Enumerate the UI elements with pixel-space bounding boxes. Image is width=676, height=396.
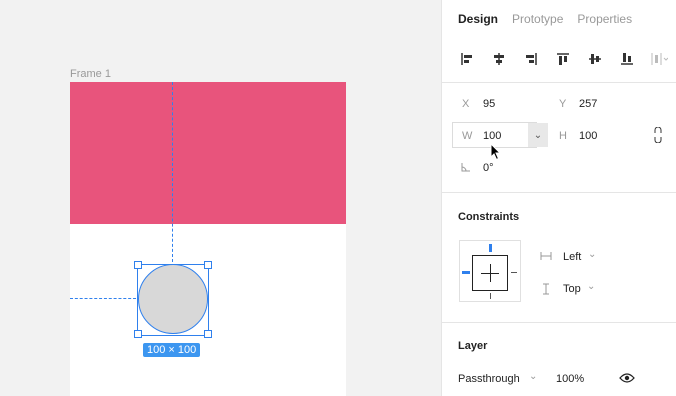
chevron-down-icon: ⌄ — [588, 249, 597, 260]
vertical-constraint-select[interactable]: Top — [563, 283, 581, 295]
mouse-cursor-icon — [490, 142, 502, 164]
properties-panel: Design Prototype Properties X 95 Y 257 ⌄… — [441, 0, 676, 396]
constraints-title: Constraints — [458, 211, 520, 223]
layer-title: Layer — [458, 340, 488, 352]
constraint-bottom-marker[interactable] — [490, 293, 491, 299]
align-right-icon[interactable] — [522, 50, 540, 68]
w-value[interactable]: 100 — [483, 130, 501, 142]
horizontal-constraint-icon — [540, 251, 552, 264]
tab-prototype[interactable]: Prototype — [512, 12, 563, 26]
align-left-icon[interactable] — [458, 50, 476, 68]
tab-properties[interactable]: Properties — [577, 12, 632, 26]
divider — [442, 82, 676, 83]
constraint-left-marker[interactable] — [462, 271, 470, 274]
resize-handle-top-left[interactable] — [134, 261, 142, 269]
h-label: H — [559, 130, 567, 142]
blend-mode-select[interactable]: Passthrough — [458, 373, 520, 385]
constraint-top-marker[interactable] — [489, 244, 492, 252]
canvas[interactable]: Frame 1 100 × 100 — [0, 0, 441, 396]
width-dropdown[interactable]: ⌄ — [528, 123, 548, 147]
align-horizontal-center-icon[interactable] — [490, 50, 508, 68]
frame-1[interactable] — [70, 82, 346, 396]
constrain-proportions-icon[interactable] — [653, 126, 663, 146]
x-value[interactable]: 95 — [483, 98, 495, 110]
horizontal-constraint-select[interactable]: Left — [563, 251, 581, 263]
y-value[interactable]: 257 — [579, 98, 597, 110]
align-bottom-icon[interactable] — [618, 50, 636, 68]
opacity-value[interactable]: 100% — [556, 373, 584, 385]
h-value[interactable]: 100 — [579, 130, 597, 142]
tab-design[interactable]: Design — [458, 12, 498, 26]
constraint-inner-box — [472, 255, 508, 291]
rotation-icon — [461, 162, 471, 175]
panel-tabs: Design Prototype Properties — [458, 12, 632, 26]
resize-handle-bottom-left[interactable] — [134, 330, 142, 338]
w-label: W — [462, 130, 473, 142]
size-badge: 100 × 100 — [143, 343, 201, 357]
vertical-constraint-icon — [542, 283, 550, 298]
y-label: Y — [559, 98, 567, 110]
resize-handle-bottom-right[interactable] — [204, 330, 212, 338]
resize-handle-top-right[interactable] — [204, 261, 212, 269]
frame-label[interactable]: Frame 1 — [70, 68, 111, 80]
circle-shape[interactable] — [138, 264, 208, 334]
vertical-guide — [172, 82, 173, 262]
constraint-right-marker[interactable] — [511, 272, 517, 273]
align-vertical-center-icon[interactable] — [586, 50, 604, 68]
x-label: X — [462, 98, 470, 110]
chevron-down-icon: ⌄ — [529, 371, 538, 382]
pink-rectangle[interactable] — [70, 82, 346, 224]
chevron-down-icon: ⌄ — [533, 129, 543, 141]
divider — [442, 192, 676, 193]
eye-icon[interactable] — [619, 372, 635, 387]
constraint-widget[interactable] — [459, 240, 521, 302]
horizontal-guide — [70, 298, 136, 299]
chevron-down-icon: ⌄ — [587, 281, 596, 292]
alignment-toolbar — [458, 50, 668, 68]
distribute-icon[interactable] — [650, 50, 668, 68]
divider — [442, 322, 676, 323]
align-top-icon[interactable] — [554, 50, 572, 68]
